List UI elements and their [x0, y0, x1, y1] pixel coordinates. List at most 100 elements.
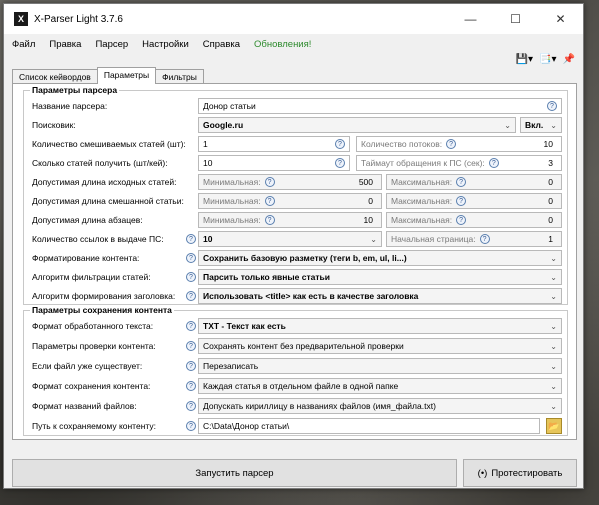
chevron-down-icon: ⌄ [550, 361, 557, 371]
filter-label: Алгоритм фильтрации статей: [32, 272, 151, 282]
chevron-down-icon: ⌄ [370, 234, 377, 244]
save-icon[interactable]: 💾▾ [516, 54, 533, 65]
chevron-down-icon: ⌄ [550, 341, 557, 351]
help-icon[interactable]: ? [456, 196, 467, 206]
chevron-down-icon: ⌄ [550, 120, 557, 130]
help-icon[interactable]: ? [186, 421, 196, 431]
file-names-label: Формат названий файлов: [32, 401, 137, 411]
help-icon[interactable]: ? [186, 341, 196, 351]
help-icon[interactable]: ? [186, 234, 196, 244]
tab-filters[interactable]: Фильтры [155, 69, 204, 84]
save-format-select[interactable]: Каждая статья в отдельном файле в одной … [198, 378, 562, 394]
parser-name-input[interactable]: Донор статьи ? [198, 98, 562, 114]
search-engine-select[interactable]: Google.ru ⌄ [198, 117, 516, 133]
heading-label: Алгоритм формирования заголовка: [32, 291, 176, 301]
tab-parameters[interactable]: Параметры [96, 67, 157, 84]
help-icon[interactable]: ? [186, 381, 196, 391]
help-icon[interactable]: ? [186, 401, 196, 411]
file-names-select[interactable]: Допускать кириллицу в названиях файлов (… [198, 398, 562, 414]
help-icon[interactable]: ? [446, 139, 457, 149]
timeout-input[interactable]: Таймаут обращения к ПС (сек): ? 3 [356, 155, 562, 171]
help-icon[interactable]: ? [335, 158, 345, 168]
chevron-down-icon: ⌄ [550, 321, 557, 331]
mixed-min-input[interactable]: Минимальная: ? 0 [198, 193, 382, 209]
menu-help[interactable]: Справка [203, 39, 240, 50]
mix-count-label: Количество смешиваемых статей (шт): [32, 139, 186, 149]
check-select[interactable]: Сохранять контент без предварительной пр… [198, 338, 562, 354]
help-icon[interactable]: ? [488, 158, 499, 168]
help-icon[interactable]: ? [479, 234, 490, 244]
browse-folder-button[interactable]: 📂 [546, 418, 562, 434]
mixed-max-input[interactable]: Максимальная: ? 0 [386, 193, 562, 209]
folder-icon: 📂 [548, 420, 560, 431]
threads-input[interactable]: Количество потоков: ? 10 [356, 136, 562, 152]
chevron-down-icon: ⌄ [550, 291, 557, 301]
path-input[interactable]: C:\Data\Донор статьи\ [198, 418, 540, 434]
menu-file[interactable]: Файл [12, 39, 35, 50]
help-icon[interactable]: ? [335, 139, 345, 149]
row-save-format: Формат сохранения контента: ? Каждая ста… [24, 377, 569, 395]
exists-select[interactable]: Перезаписать ⌄ [198, 358, 562, 374]
text-format-select[interactable]: TXT - Текст как есть ⌄ [198, 318, 562, 334]
pin-icon[interactable]: 📌 [563, 54, 575, 65]
row-get-count: Сколько статей получить (шт/кей): 10 ? Т… [24, 154, 569, 172]
menu-bar: Файл Правка Парсер Настройки Справка Обн… [4, 34, 583, 54]
tab-keywords[interactable]: Список кейвордов [12, 69, 98, 84]
help-icon[interactable]: ? [186, 321, 196, 331]
help-icon[interactable]: ? [547, 101, 557, 111]
row-mixed-length: Допустимая длина смешанной статьи: Миним… [24, 192, 569, 210]
row-file-names: Формат названий файлов: ? Допускать кири… [24, 397, 569, 415]
heading-select[interactable]: Использовать <title> как есть в качестве… [198, 288, 562, 304]
save-group-title: Параметры сохранения контента [30, 305, 174, 315]
test-button[interactable]: (•) Протестировать [463, 459, 577, 487]
tab-bar: Список кейвордов Параметры Фильтры [12, 67, 204, 84]
start-page-input[interactable]: Начальная страница: ? 1 [386, 231, 562, 247]
menu-settings[interactable]: Настройки [142, 39, 189, 50]
help-icon[interactable]: ? [186, 361, 196, 371]
links-count-label: Количество ссылок в выдаче ПС: [32, 234, 164, 244]
menu-edit[interactable]: Правка [49, 39, 81, 50]
row-search-engine: Поисковик: Google.ru ⌄ Вкл. ⌄ [24, 116, 569, 134]
row-mix-count: Количество смешиваемых статей (шт): 1 ? … [24, 135, 569, 153]
help-icon[interactable]: ? [186, 272, 196, 282]
close-button[interactable]: ✕ [538, 4, 583, 34]
menu-updates[interactable]: Обновления! [254, 39, 311, 50]
exists-label: Если файл уже существует: [32, 361, 143, 371]
row-parser-name: Название парсера: Донор статьи ? [24, 97, 569, 115]
search-engine-toggle[interactable]: Вкл. ⌄ [520, 117, 562, 133]
row-path: Путь к сохраняемому контенту: ? C:\Data\… [24, 417, 569, 435]
help-icon[interactable]: ? [264, 215, 275, 225]
mix-count-input[interactable]: 1 ? [198, 136, 350, 152]
row-text-format: Формат обработанного текста: ? TXT - Тек… [24, 317, 569, 335]
minimize-button[interactable]: — [448, 4, 493, 34]
help-icon[interactable]: ? [456, 215, 467, 225]
maximize-button[interactable]: ☐ [493, 4, 538, 34]
chevron-down-icon: ⌄ [504, 120, 511, 130]
help-icon[interactable]: ? [264, 196, 275, 206]
help-icon[interactable]: ? [186, 253, 196, 263]
row-check: Параметры проверки контента: ? Сохранять… [24, 337, 569, 355]
help-icon[interactable]: ? [186, 291, 196, 301]
help-icon[interactable]: ? [456, 177, 467, 187]
toolbar: 💾▾ 📑▾ 📌 [516, 54, 575, 65]
parser-group-title: Параметры парсера [30, 85, 120, 95]
source-min-input[interactable]: Минимальная: ? 500 [198, 174, 382, 190]
app-window: X X-Parser Light 3.7.6 — ☐ ✕ Файл Правка… [3, 3, 584, 489]
save-group: Параметры сохранения контента Формат обр… [23, 305, 569, 436]
help-icon[interactable]: ? [264, 177, 275, 187]
parser-group: Параметры парсера Название парсера: Доно… [23, 85, 569, 305]
parameters-panel: Параметры парсера Название парсера: Доно… [12, 83, 577, 440]
chevron-down-icon: ⌄ [550, 272, 557, 282]
paragraph-max-input[interactable]: Максимальная: ? 0 [386, 212, 562, 228]
row-exists: Если файл уже существует: ? Перезаписать… [24, 357, 569, 375]
source-max-input[interactable]: Максимальная: ? 0 [386, 174, 562, 190]
get-count-input[interactable]: 10 ? [198, 155, 350, 171]
filter-select[interactable]: Парсить только явные статьи ⌄ [198, 269, 562, 285]
get-count-label: Сколько статей получить (шт/кей): [32, 158, 168, 168]
bookmark-icon[interactable]: 📑▾ [539, 54, 556, 65]
links-count-select[interactable]: 10 ⌄ [198, 231, 382, 247]
menu-parser[interactable]: Парсер [95, 39, 128, 50]
format-select[interactable]: Сохранить базовую разметку (теги b, em, … [198, 250, 562, 266]
run-parser-button[interactable]: Запустить парсер [12, 459, 457, 487]
paragraph-min-input[interactable]: Минимальная: ? 10 [198, 212, 382, 228]
